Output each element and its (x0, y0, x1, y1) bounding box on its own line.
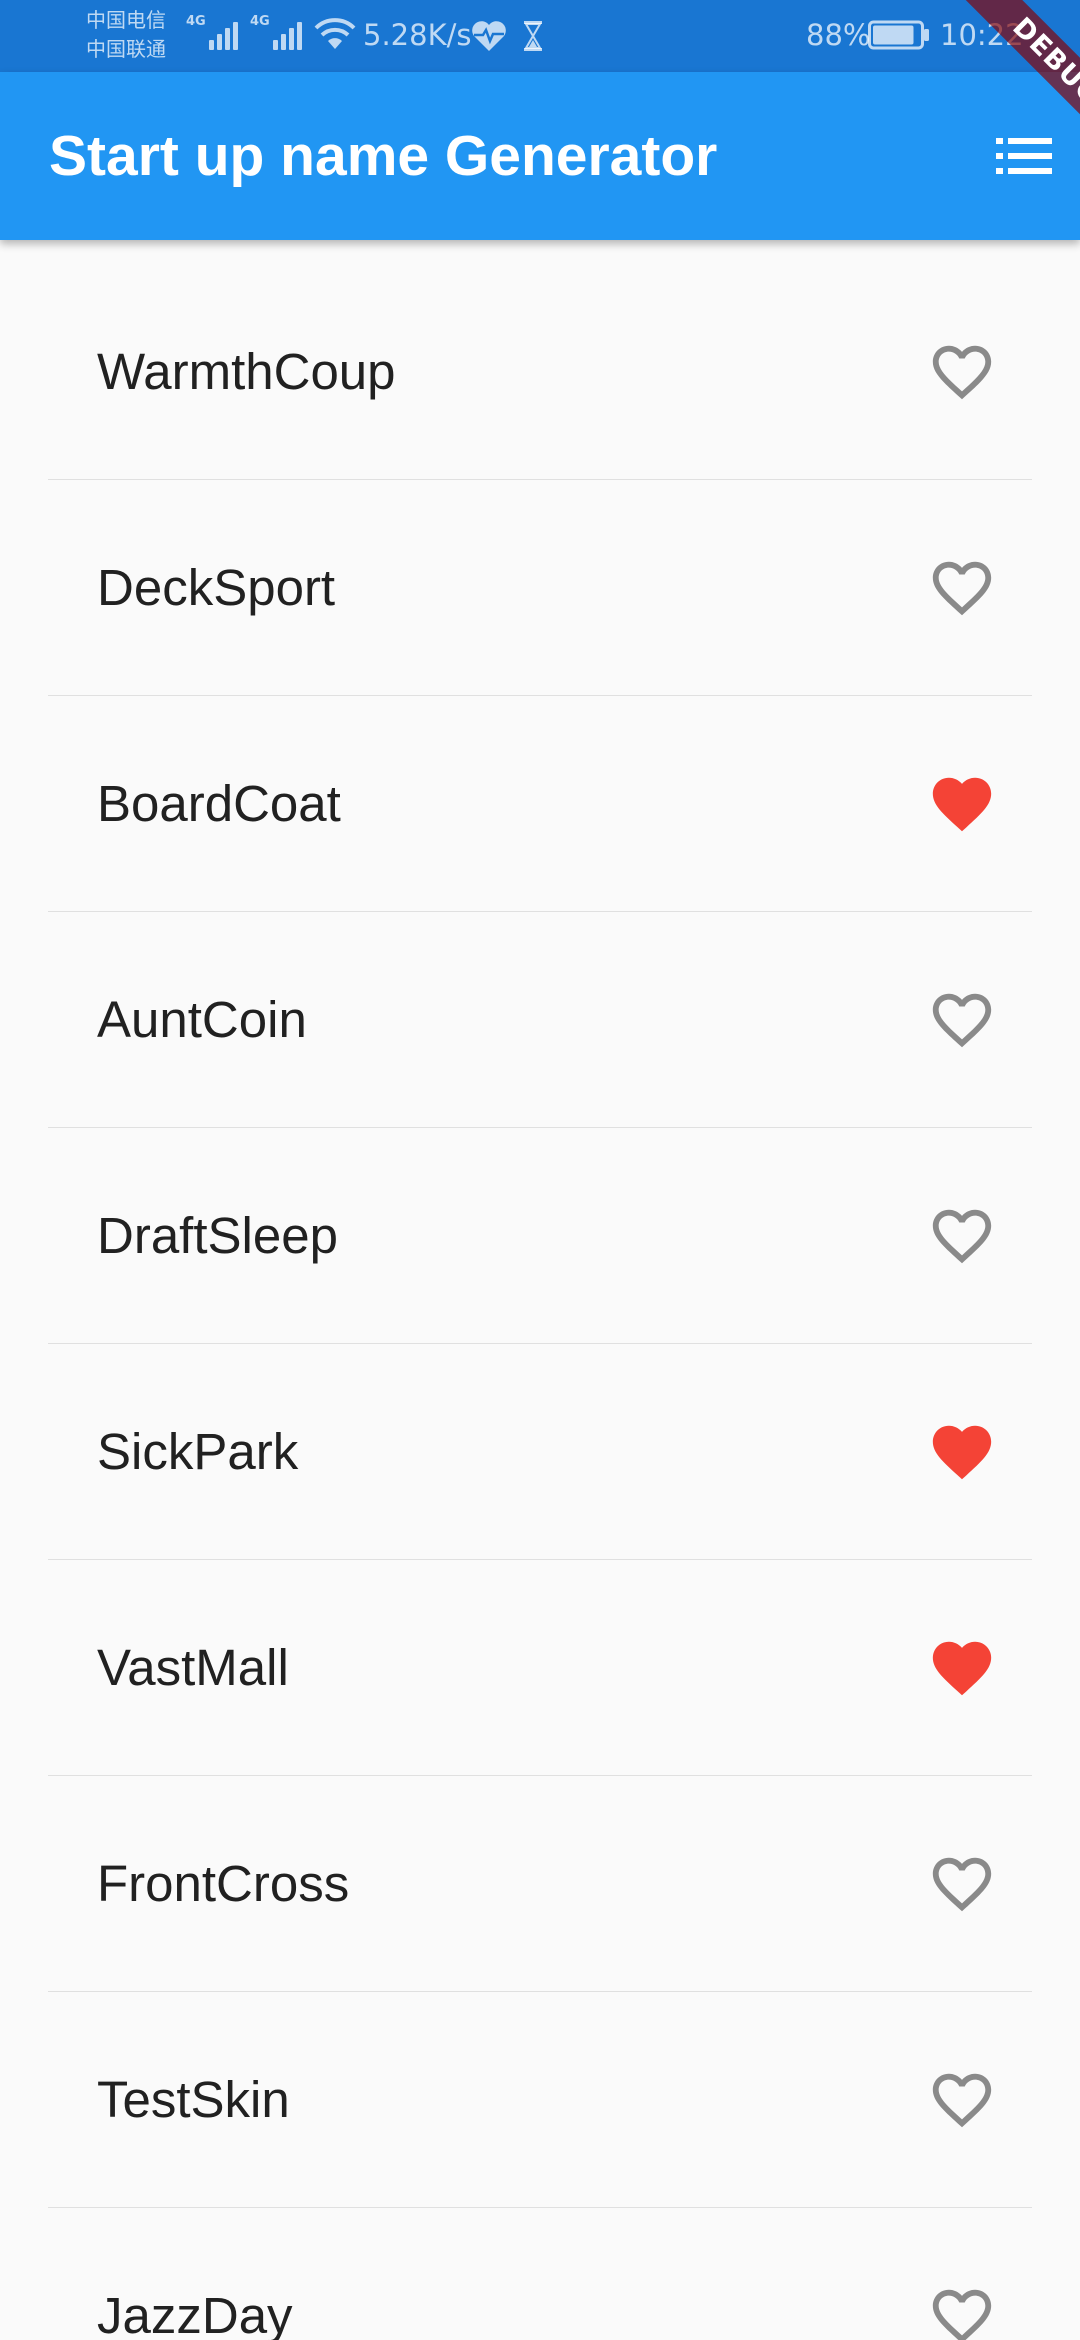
list-icon (996, 138, 1052, 174)
list-item[interactable]: DraftSleep (48, 1128, 1032, 1344)
carrier-line-2: 中国联通 (86, 37, 166, 61)
list-item[interactable]: DeckSport (48, 480, 1032, 696)
heart-outline-icon (932, 1209, 992, 1264)
favorite-button-saved[interactable] (926, 1344, 998, 1560)
clock: 10:22 (940, 18, 1024, 52)
signal-strength-2: 4G (250, 14, 302, 50)
signal-bars-icon (272, 22, 302, 50)
list-item[interactable]: WarmthCoup (48, 240, 1032, 480)
favorite-button-saved[interactable] (926, 1560, 998, 1776)
heart-outline-icon (932, 561, 992, 616)
list-item-label: AuntCoin (97, 991, 307, 1048)
list-item-label: DraftSleep (97, 1207, 338, 1264)
carrier-line-1: 中国电信 (86, 8, 166, 32)
hourglass-icon (524, 21, 542, 51)
heart-filled-icon (932, 777, 992, 832)
health-heart-icon (472, 21, 506, 51)
list-item-label: VastMall (97, 1639, 289, 1696)
heart-outline-icon (932, 2289, 992, 2340)
battery-percentage: 88% (806, 18, 871, 52)
heart-filled-icon (932, 1641, 992, 1696)
network-type-1: 4G (186, 14, 206, 29)
heart-outline-icon (932, 993, 992, 1048)
heart-outline-icon (932, 345, 992, 400)
list-item[interactable]: AuntCoin (48, 912, 1032, 1128)
list-item-label: DeckSport (97, 559, 336, 616)
list-item[interactable]: VastMall (48, 1560, 1032, 1776)
page-title: Start up name Generator (49, 124, 718, 188)
favorite-button[interactable] (926, 2208, 998, 2340)
list-item[interactable]: FrontCross (48, 1776, 1032, 1992)
favorite-button-saved[interactable] (926, 696, 998, 912)
list-item[interactable]: TestSkin (48, 1992, 1032, 2208)
network-type-2: 4G (250, 14, 270, 29)
signal-strength-1: 4G (186, 14, 238, 50)
favorite-button[interactable] (926, 264, 998, 480)
list-item[interactable]: BoardCoat (48, 696, 1032, 912)
carrier-names: 中国电信 中国联通 (86, 6, 166, 64)
status-bar: 中国电信 中国联通 4G 4G 5.28K/s 88% 10:22 (0, 0, 1080, 72)
heart-filled-icon (932, 1425, 992, 1480)
word-pair-list[interactable]: WarmthCoup DeckSport BoardCoat AuntCoin Draf… (0, 240, 1080, 2340)
list-item-label: WarmthCoup (97, 343, 396, 400)
signal-bars-icon (208, 22, 238, 50)
list-item-label: FrontCross (97, 1855, 350, 1912)
heart-outline-icon (932, 1857, 992, 1912)
favorite-button[interactable] (926, 480, 998, 696)
wifi-icon (314, 18, 356, 49)
favorite-button[interactable] (926, 912, 998, 1128)
list-item[interactable]: JazzDay (48, 2208, 1032, 2340)
app-bar: Start up name Generator (0, 72, 1080, 240)
heart-outline-icon (932, 2073, 992, 2128)
list-item-label: BoardCoat (97, 775, 341, 832)
list-item[interactable]: SickPark (48, 1344, 1032, 1560)
list-item-label: JazzDay (97, 2287, 293, 2340)
favorite-button[interactable] (926, 1992, 998, 2208)
favorite-button[interactable] (926, 1128, 998, 1344)
favorite-button[interactable] (926, 1776, 998, 1992)
network-speed: 5.28K/s (363, 18, 472, 52)
saved-list-button[interactable] (982, 114, 1066, 198)
list-item-label: SickPark (97, 1423, 299, 1480)
list-item-label: TestSkin (97, 2071, 290, 2128)
battery-icon (868, 20, 929, 50)
